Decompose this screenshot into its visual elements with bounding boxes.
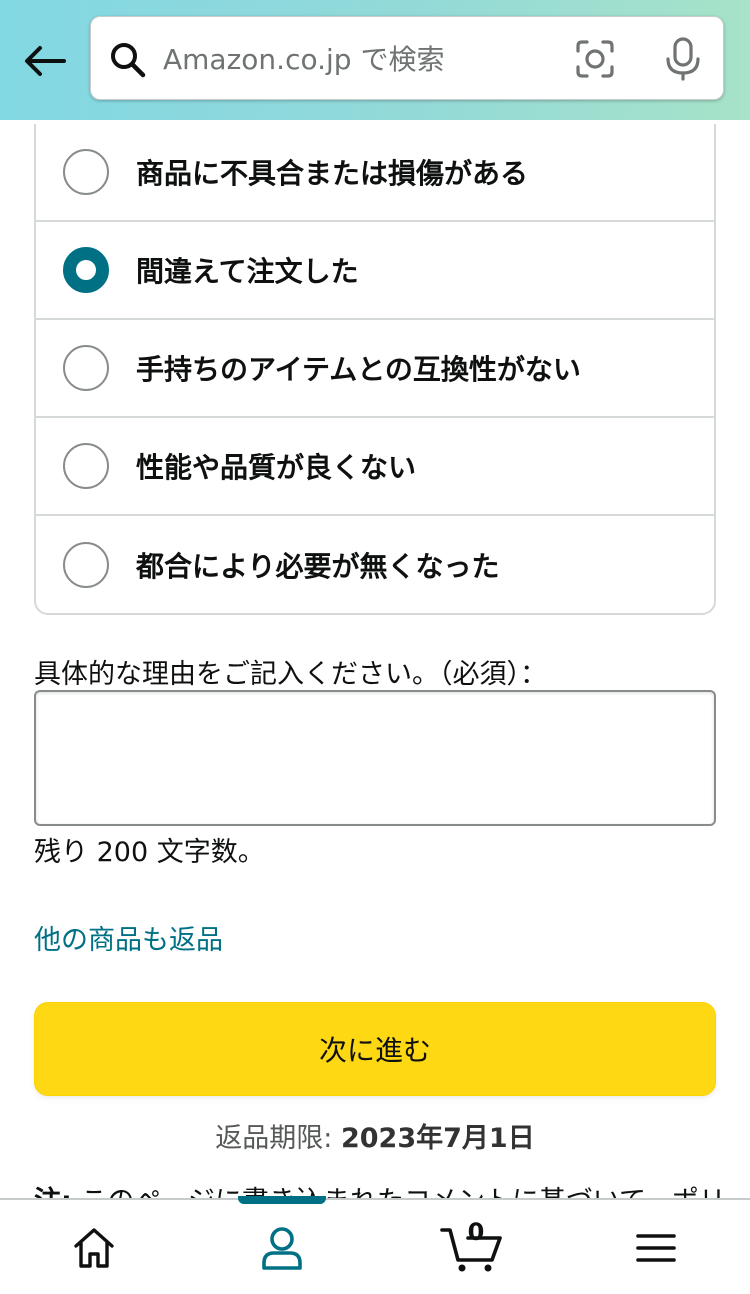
radio-button[interactable] xyxy=(63,542,109,588)
bottom-navigation: 0 xyxy=(0,1196,750,1294)
reason-option-ordered-by-mistake[interactable]: 間違えて注文した xyxy=(36,222,714,320)
reason-option-defective[interactable]: 商品に不具合または損傷がある xyxy=(36,124,714,222)
top-header xyxy=(0,0,750,120)
remaining-characters: 残り 200 文字数。 xyxy=(34,837,265,868)
search-icon[interactable] xyxy=(109,41,147,79)
deadline-date: 2023年7月1日 xyxy=(340,1123,535,1154)
camera-scan-icon[interactable] xyxy=(575,39,615,79)
reason-option-no-longer-needed[interactable]: 都合により必要が無くなった xyxy=(36,516,714,614)
radio-button-selected[interactable] xyxy=(63,247,109,293)
account-icon[interactable] xyxy=(256,1222,308,1274)
active-tab-indicator xyxy=(238,1196,326,1204)
home-icon[interactable] xyxy=(68,1222,120,1274)
reason-label: 性能や品質が良くない xyxy=(136,451,417,484)
microphone-icon[interactable] xyxy=(663,37,703,81)
search-input[interactable] xyxy=(163,35,543,83)
search-bar xyxy=(90,16,724,100)
next-step-button[interactable]: 次に進む xyxy=(34,1002,716,1096)
return-deadline: 返品期限: 2023年7月1日 xyxy=(0,1116,750,1155)
back-arrow-icon xyxy=(25,46,66,76)
reason-label: 商品に不具合または損傷がある xyxy=(136,157,529,190)
reason-option-poor-quality[interactable]: 性能や品質が良くない xyxy=(36,418,714,516)
menu-icon[interactable] xyxy=(630,1222,682,1274)
reason-label: 都合により必要が無くなった xyxy=(136,550,500,583)
details-textarea[interactable] xyxy=(34,690,716,826)
reason-label: 間違えて注文した xyxy=(136,255,359,288)
cart-count-badge: 0 xyxy=(467,1218,485,1246)
radio-button[interactable] xyxy=(63,345,109,391)
deadline-label: 返品期限: xyxy=(215,1123,341,1154)
reason-option-incompatible[interactable]: 手持ちのアイテムとの互換性がない xyxy=(36,320,714,418)
return-other-items-link[interactable]: 他の商品も返品 xyxy=(34,918,223,957)
reason-label: 手持ちのアイテムとの互換性がない xyxy=(136,353,581,386)
return-reason-list: 商品に不具合または損傷がある 間違えて注文した 手持ちのアイテムとの互換性がない… xyxy=(34,124,716,615)
back-button[interactable] xyxy=(20,36,70,86)
radio-button[interactable] xyxy=(63,149,109,195)
radio-button[interactable] xyxy=(63,443,109,489)
details-label: 具体的な理由をご記入ください。（必須）： xyxy=(34,659,547,690)
